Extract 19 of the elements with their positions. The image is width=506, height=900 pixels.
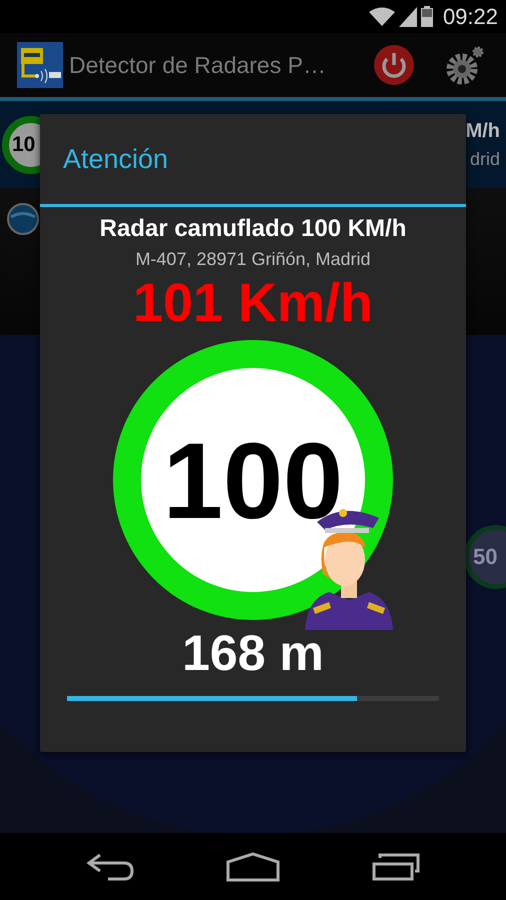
- signal-icon: [398, 6, 417, 26]
- radar-name: Radar camuflado 100 KM/h: [100, 215, 406, 243]
- recent-apps-icon[interactable]: [372, 852, 420, 880]
- radar-address: drid: [470, 148, 500, 170]
- speed-limit-sign: 100: [113, 340, 393, 620]
- radar-title: M/h: [466, 120, 500, 142]
- battery-icon: [420, 6, 433, 27]
- distance-to-radar: 168 m: [182, 624, 324, 682]
- current-speed: 101 Km/h: [132, 272, 374, 334]
- dialog-title: Atención: [62, 143, 170, 176]
- radar-address: M-407, 28971 Griñón, Madrid: [135, 249, 371, 270]
- back-icon[interactable]: [86, 852, 134, 880]
- app-title: Detector de Radares P…: [69, 52, 327, 78]
- clock-time: 09:22: [442, 4, 498, 30]
- radar-app-icon: [17, 42, 63, 88]
- status-light-icon: [6, 202, 40, 236]
- power-icon[interactable]: [373, 44, 415, 86]
- home-icon[interactable]: [226, 852, 280, 882]
- wifi-icon: [368, 6, 395, 26]
